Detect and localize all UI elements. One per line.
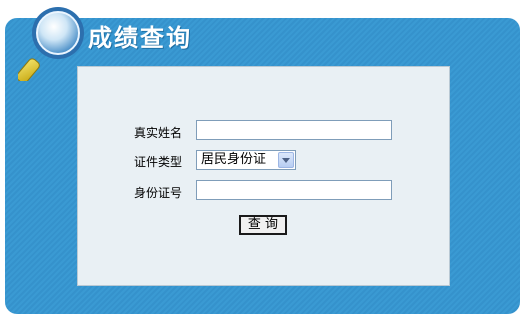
query-button[interactable]: 查 询 bbox=[239, 215, 287, 235]
id-type-selected-value: 居民身份证 bbox=[201, 152, 267, 167]
name-label: 真实姓名 bbox=[134, 126, 183, 140]
chevron-down-icon[interactable] bbox=[278, 152, 294, 168]
query-panel: 真实姓名 证件类型 居民身份证 身份证号 查 询 bbox=[77, 66, 450, 286]
id-number-input[interactable] bbox=[196, 180, 392, 200]
id-number-label: 身份证号 bbox=[134, 186, 183, 200]
id-type-label: 证件类型 bbox=[134, 155, 183, 169]
page-title: 成绩查询 bbox=[88, 24, 192, 52]
id-type-select[interactable]: 居民身份证 bbox=[196, 150, 296, 170]
name-input[interactable] bbox=[196, 120, 392, 140]
